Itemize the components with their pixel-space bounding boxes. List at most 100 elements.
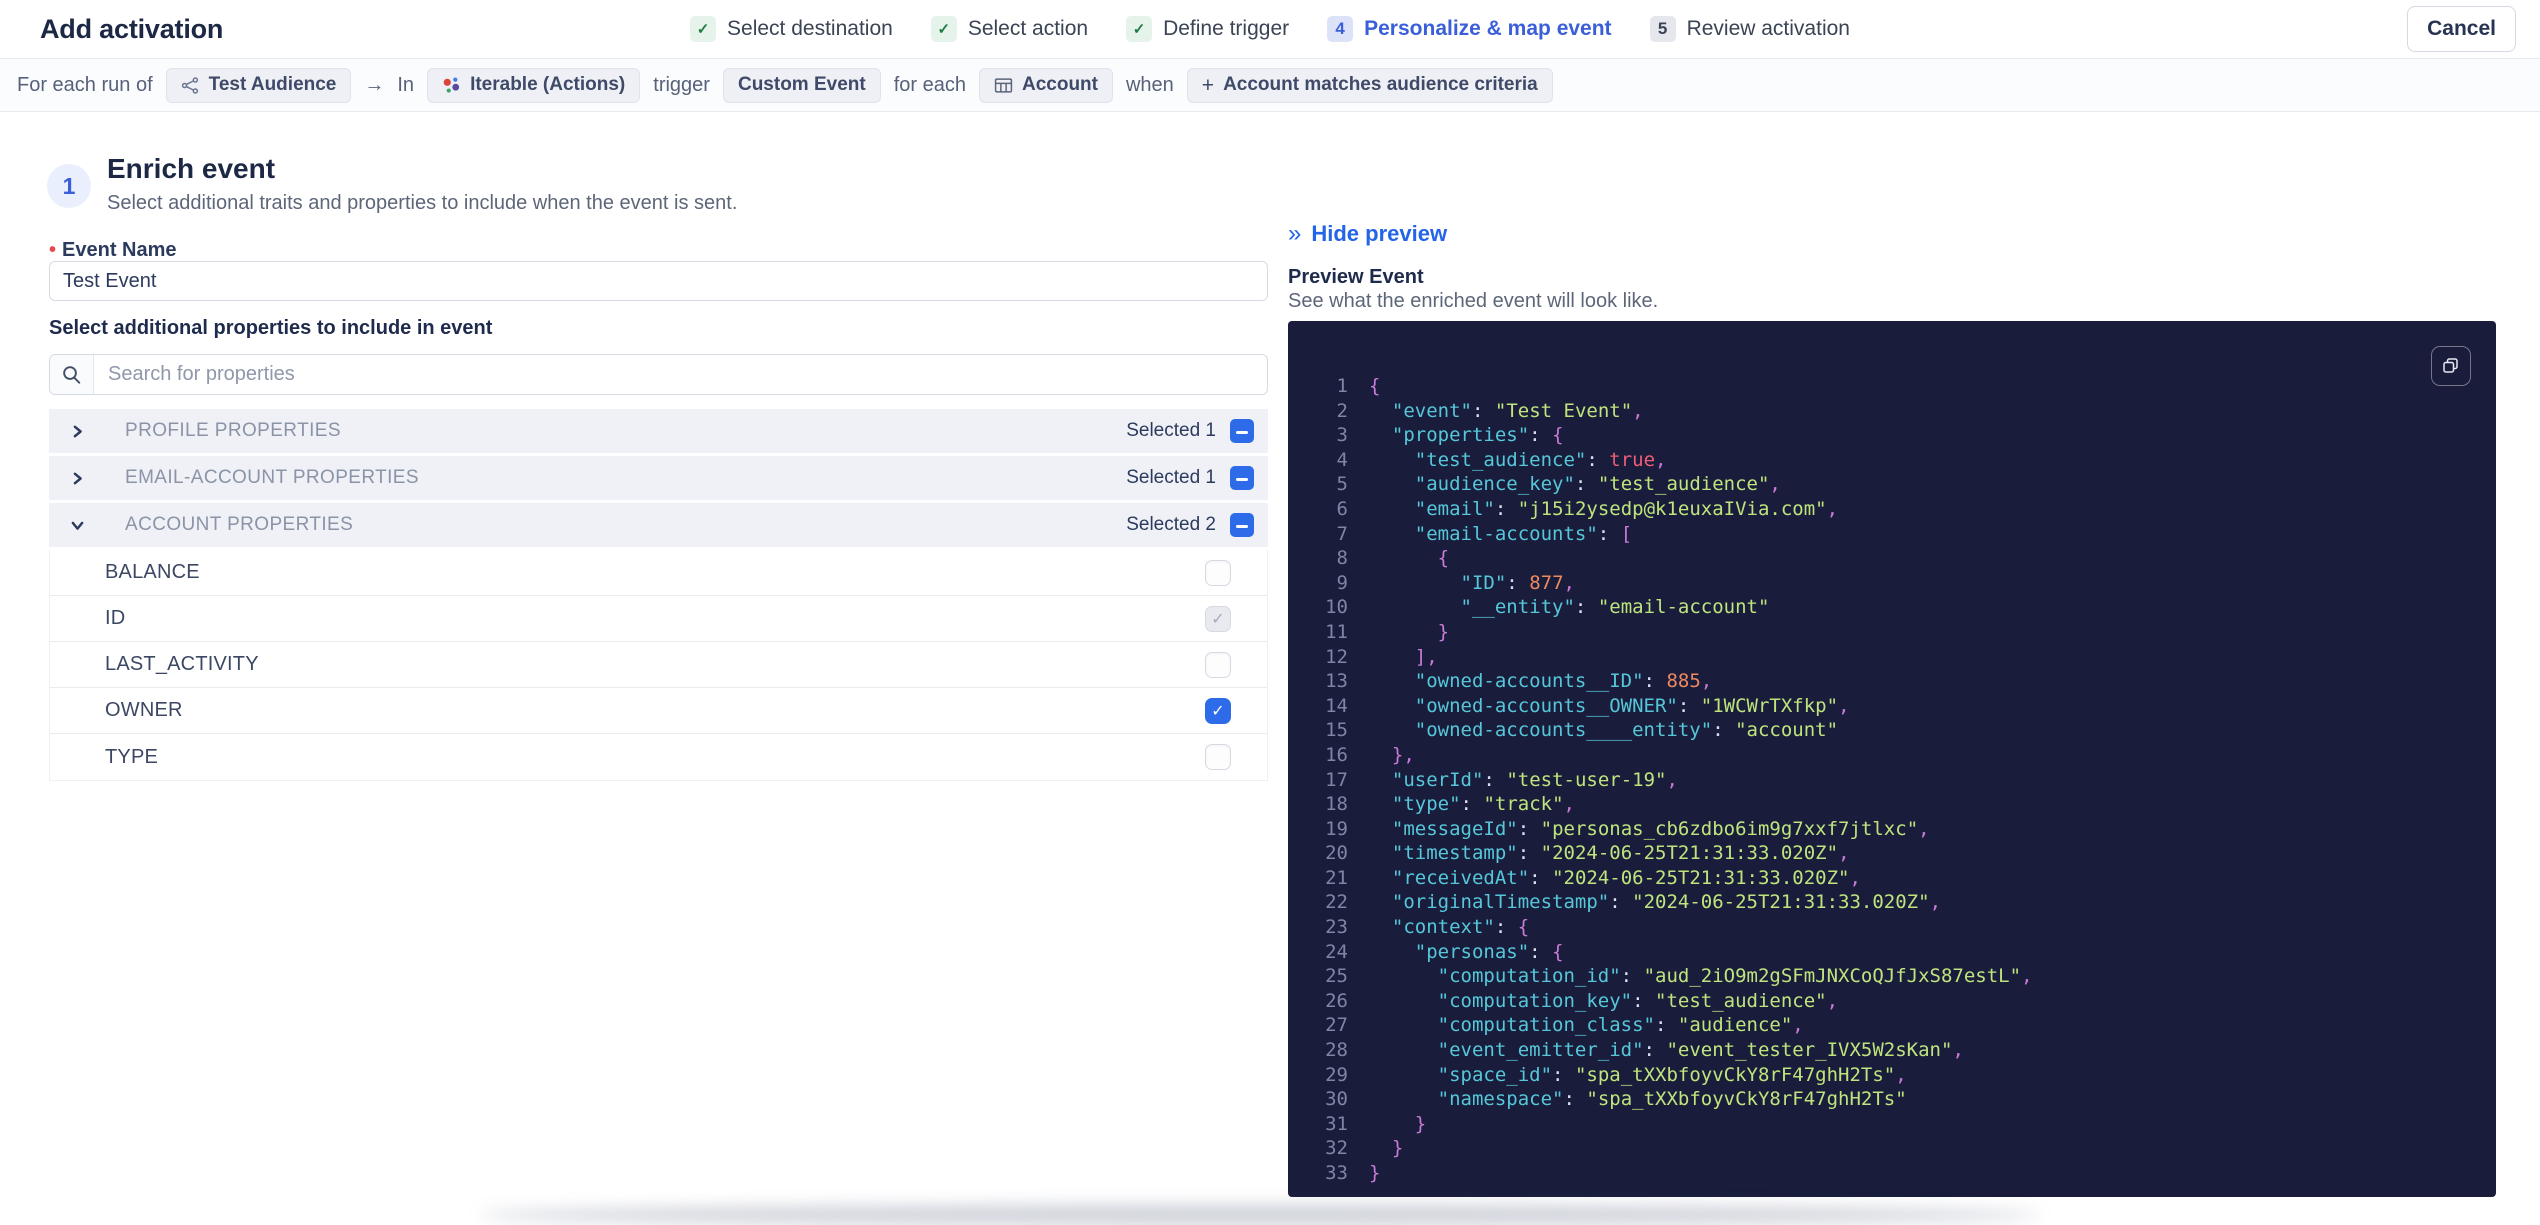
line-number: 19: [1325, 817, 1348, 840]
hide-preview-link[interactable]: » Hide preview: [1288, 221, 1447, 247]
cancel-button[interactable]: Cancel: [2407, 6, 2516, 52]
trigger-text: trigger: [653, 73, 710, 96]
event-preview-code-block: 1{2 "event": "Test Event", 3 "properties"…: [1288, 321, 2496, 1197]
code-line: 31 }: [1288, 1112, 2496, 1137]
property-checkbox[interactable]: [1205, 744, 1231, 770]
group-checkbox[interactable]: [1230, 466, 1254, 490]
chip-label: Custom Event: [737, 74, 866, 95]
line-number: 4: [1336, 448, 1348, 471]
double-chevron-right-icon: »: [1288, 220, 1302, 247]
step-select-action[interactable]: ✓ Select action: [930, 16, 1088, 42]
line-number: 27: [1325, 1014, 1348, 1037]
chip-label: Test Audience: [208, 74, 337, 95]
property-row-type[interactable]: TYPE: [50, 734, 1267, 780]
code-text: }: [1391, 1137, 1404, 1160]
group-items-account-properties: BALANCE ID ✓ LAST_ACTIVITY OWNER ✓ TYPE: [49, 550, 1268, 781]
code-text: }: [1369, 1162, 1381, 1184]
code-text: "audience_key": "test_audience",: [1414, 473, 1781, 496]
chip-test-audience[interactable]: Test Audience: [165, 67, 352, 103]
code-line: 19 "messageId": "personas_cb6zdbo6im9g7x…: [1288, 817, 2496, 842]
preview-event-subtitle: See what the enriched event will look li…: [1288, 290, 1659, 312]
chip-account[interactable]: Account: [978, 67, 1113, 103]
code-line: 6 "email": "j15i2ysedp@k1euxaIVia.com",: [1288, 497, 2496, 522]
code-text: "event": "Test Event",: [1391, 399, 1644, 422]
code-line: 16 },: [1288, 743, 2496, 768]
code-text: "originalTimestamp": "2024-06-25T21:31:3…: [1391, 891, 1942, 914]
property-checkbox[interactable]: ✓: [1205, 697, 1231, 724]
code-line: 13 "owned-accounts__ID": 885,: [1288, 669, 2496, 694]
code-text: "owned-accounts____entity": "account": [1414, 719, 1839, 742]
enrich-event-subtitle: Select additional traits and properties …: [107, 192, 738, 214]
header-steps: ✓ Select destination ✓ Select action ✓ Define…: [690, 16, 1850, 42]
group-name: ACCOUNT PROPERTIES: [125, 514, 354, 535]
chip-label: Account: [1021, 74, 1098, 95]
hide-preview-label: Hide preview: [1311, 221, 1448, 246]
property-label: LAST_ACTIVITY: [105, 653, 259, 675]
code-text: "space_id": "spa_tXXbfoyvCkY8rF47ghH2Ts"…: [1437, 1063, 1907, 1086]
step-define-trigger[interactable]: ✓ Define trigger: [1126, 16, 1289, 42]
chip-label: Account matches audience criteria: [1223, 74, 1538, 95]
property-row-id[interactable]: ID ✓: [50, 596, 1267, 642]
code-text: "ID": 877,: [1460, 571, 1575, 594]
step-number-badge: 4: [1327, 16, 1354, 42]
trigger-summary-bar: For each run of Test Audience → In Iterable …: [0, 59, 2540, 112]
line-number: 31: [1325, 1112, 1348, 1135]
group-row-profile-properties[interactable]: PROFILE PROPERTIES Selected 1: [49, 409, 1268, 453]
group-row-account-properties[interactable]: ACCOUNT PROPERTIES Selected 2: [49, 503, 1268, 547]
property-checkbox[interactable]: [1205, 559, 1231, 586]
app-header: Add activation ✓ Select destination ✓ Selec…: [0, 0, 2540, 59]
step-select-destination[interactable]: ✓ Select destination: [690, 16, 893, 42]
select-properties-label: Select additional properties to include …: [49, 317, 493, 339]
chip-account-matches-audience-criteria[interactable]: + Account matches audience criteria: [1186, 67, 1553, 103]
property-checkbox[interactable]: [1205, 651, 1231, 678]
property-checkbox[interactable]: ✓: [1205, 605, 1231, 632]
line-number: 22: [1325, 891, 1348, 914]
chip-custom-event[interactable]: Custom Event: [722, 67, 881, 103]
line-number: 5: [1336, 473, 1348, 496]
code-line: 4 "test_audience": true,: [1288, 448, 2496, 473]
step-personalize-map-event[interactable]: 4 Personalize & map event: [1327, 16, 1612, 42]
code-line: 17 "userId": "test-user-19",: [1288, 768, 2496, 793]
code-line: 15 "owned-accounts____entity": "account": [1288, 718, 2496, 743]
preview-event-title: Preview Event: [1288, 266, 1424, 288]
step-label: Select destination: [727, 17, 893, 40]
line-number: 32: [1325, 1137, 1348, 1160]
code-text: ],: [1414, 645, 1438, 668]
chevron-right-icon[interactable]: [71, 472, 85, 485]
step-review-activation[interactable]: 5 Review activation: [1649, 16, 1850, 42]
chevron-down-icon[interactable]: [71, 519, 85, 532]
event-name-field[interactable]: [49, 261, 1268, 301]
chevron-right-icon[interactable]: [71, 425, 85, 438]
property-row-balance[interactable]: BALANCE: [50, 550, 1267, 596]
trigger-text: For each run of: [17, 73, 153, 96]
copy-icon: [2443, 358, 2458, 373]
line-number: 15: [1325, 719, 1348, 742]
line-number: 18: [1325, 793, 1348, 816]
group-row-email-account-properties[interactable]: EMAIL-ACCOUNT PROPERTIES Selected 1: [49, 456, 1268, 500]
property-row-last-activity[interactable]: LAST_ACTIVITY: [50, 642, 1267, 688]
code-line: 24 "personas": {: [1288, 940, 2496, 965]
selected-count: Selected 1: [1126, 467, 1216, 488]
code-line: 5 "audience_key": "test_audience",: [1288, 472, 2496, 497]
code-line: 30 "namespace": "spa_tXXbfoyvCkY8rF47ghH…: [1288, 1087, 2496, 1112]
code-text: {: [1369, 375, 1381, 397]
line-number: 24: [1325, 940, 1348, 963]
code-line: 28 "event_emitter_id": "event_tester_IVX…: [1288, 1038, 2496, 1063]
code-line: 33}: [1288, 1161, 2496, 1186]
iterable-icon: [442, 76, 461, 95]
property-label: ID: [105, 607, 126, 629]
code-line: 2 "event": "Test Event",: [1288, 399, 2496, 424]
step-number-badge: 5: [1649, 16, 1676, 42]
chip-iterable-actions[interactable]: Iterable (Actions): [427, 67, 641, 103]
copy-button[interactable]: [2431, 346, 2471, 386]
group-checkbox[interactable]: [1230, 513, 1254, 537]
page-title: Add activation: [40, 13, 224, 44]
step-label: Review activation: [1686, 17, 1850, 40]
group-checkbox[interactable]: [1230, 419, 1254, 443]
search-input[interactable]: [94, 355, 1267, 394]
line-number: 3: [1336, 424, 1348, 447]
property-row-owner[interactable]: OWNER ✓: [50, 688, 1267, 734]
line-number: 17: [1325, 768, 1348, 791]
line-number: 16: [1325, 743, 1348, 766]
check-icon: ✓: [690, 16, 717, 42]
